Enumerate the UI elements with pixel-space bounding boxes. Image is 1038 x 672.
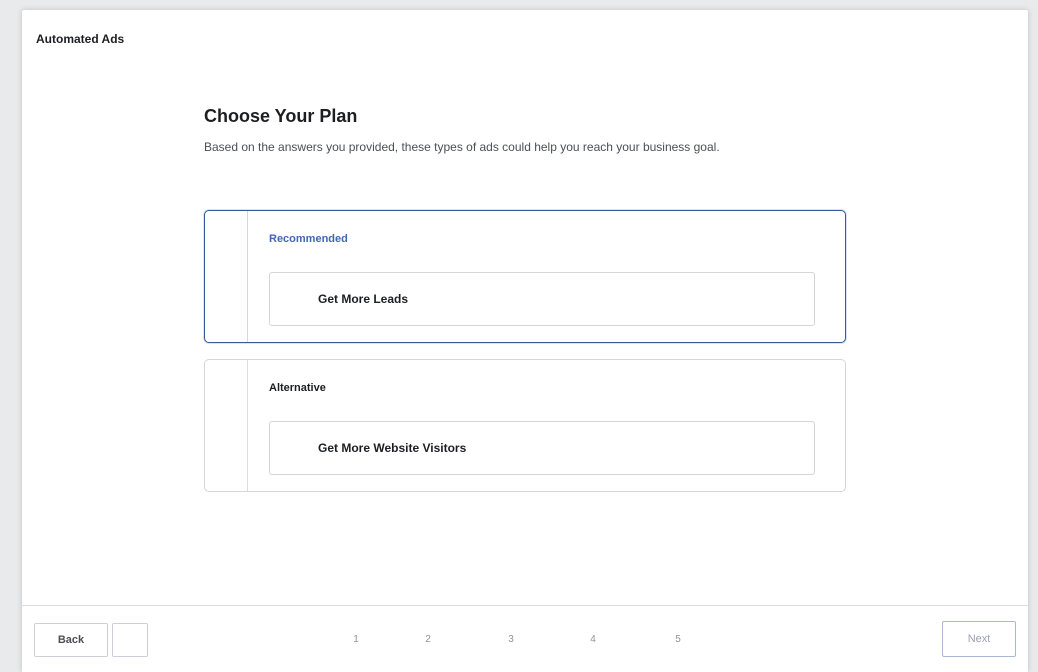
app-title: Automated Ads bbox=[36, 32, 125, 46]
plan-card-recommended[interactable]: Recommended Get More Leads bbox=[204, 210, 846, 343]
step-indicator: 1 2 3 4 5 bbox=[22, 634, 1028, 648]
step-4[interactable]: 4 bbox=[583, 634, 603, 645]
plan-option-label: Get More Leads bbox=[318, 292, 409, 306]
page-title: Choose Your Plan bbox=[204, 106, 358, 126]
step-1[interactable]: 1 bbox=[346, 634, 366, 645]
plan-chooser: Choose Your Plan Based on the answers yo… bbox=[204, 106, 848, 492]
step-3[interactable]: 3 bbox=[501, 634, 521, 645]
card-rail bbox=[247, 360, 248, 491]
step-5[interactable]: 5 bbox=[668, 634, 688, 645]
page-subtitle: Based on the answers you provided, these… bbox=[204, 140, 720, 154]
card-rail bbox=[247, 211, 248, 342]
plan-option-get-more-leads[interactable]: Get More Leads bbox=[269, 272, 815, 326]
wizard-footer: Back 1 2 3 4 5 Next bbox=[22, 605, 1028, 672]
step-2[interactable]: 2 bbox=[418, 634, 438, 645]
next-button[interactable]: Next bbox=[942, 621, 1016, 657]
plan-option-label: Get More Website Visitors bbox=[318, 441, 467, 455]
plan-card-alternative[interactable]: Alternative Get More Website Visitors bbox=[204, 359, 846, 492]
wizard-panel: Automated Ads Choose Your Plan Based on … bbox=[22, 10, 1028, 672]
plan-label-alternative: Alternative bbox=[269, 382, 326, 394]
plan-label-recommended: Recommended bbox=[269, 233, 348, 245]
plan-option-get-more-website-visitors[interactable]: Get More Website Visitors bbox=[269, 421, 815, 475]
